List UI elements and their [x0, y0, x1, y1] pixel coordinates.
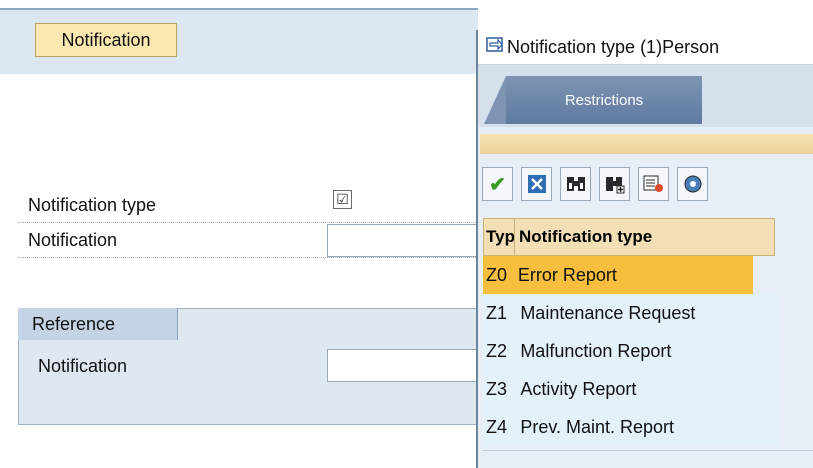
row-name: Maintenance Request [520, 302, 696, 323]
row-name: Prev. Maint. Report [520, 416, 675, 437]
row-code: Z0 [486, 264, 508, 285]
window-icon [486, 36, 504, 58]
list-item[interactable]: Z0 Error Report [483, 256, 753, 294]
dialog-title-bar[interactable]: Notification type (1)Person [478, 30, 813, 65]
row-code: Z3 [486, 378, 508, 399]
column-header-typ[interactable]: Typ [483, 218, 515, 256]
notification-input[interactable] [327, 224, 478, 257]
notification-label: Notification [28, 230, 118, 250]
dialog-title: Notification type (1)Person [507, 36, 720, 57]
cancel-icon[interactable] [521, 167, 552, 201]
divider [18, 222, 478, 223]
selection-screen: Notification Notification type ☑ Notific… [0, 0, 478, 468]
list-bottom-border [483, 450, 813, 451]
list-header: Typ Notification type [483, 218, 813, 256]
reference-notification-label: Notification [38, 356, 128, 376]
reference-notification-input[interactable] [327, 349, 478, 382]
row-name: Error Report [517, 264, 617, 285]
list-item[interactable]: Z2 Malfunction Report [483, 332, 778, 370]
row-code: Z4 [486, 416, 508, 437]
select-icon[interactable] [638, 167, 669, 201]
row-code: Z2 [486, 340, 508, 361]
settings-icon[interactable] [677, 167, 708, 201]
row-name: Activity Report [520, 378, 637, 399]
list-item[interactable]: Z3 Activity Report [483, 370, 778, 408]
tab-restrictions[interactable]: Restrictions [484, 76, 702, 124]
reference-tab: Reference [18, 308, 178, 340]
f4-help-dialog: Notification type (1)Person Restrictions… [476, 30, 813, 468]
check-icon[interactable]: ✔ [482, 167, 513, 201]
value-list: Typ Notification type Z0 Error Report Z1… [483, 218, 813, 446]
list-item[interactable]: Z4 Prev. Maint. Report [483, 408, 778, 446]
find-next-icon[interactable] [599, 167, 630, 201]
row-name: Malfunction Report [520, 340, 672, 361]
notification-type-f4-checkbox[interactable]: ☑ [333, 190, 352, 209]
row-code: Z1 [486, 302, 508, 323]
column-header-notification-type[interactable]: Notification type [515, 218, 775, 256]
dialog-toolbar: ✔ [482, 167, 813, 207]
divider [18, 257, 478, 258]
list-item[interactable]: Z1 Maintenance Request [483, 294, 778, 332]
status-bar [480, 134, 813, 154]
find-icon[interactable] [560, 167, 591, 201]
reference-tab-label: Reference [32, 314, 116, 334]
notification-type-label: Notification type [28, 195, 157, 215]
notification-button[interactable]: Notification [35, 23, 177, 57]
